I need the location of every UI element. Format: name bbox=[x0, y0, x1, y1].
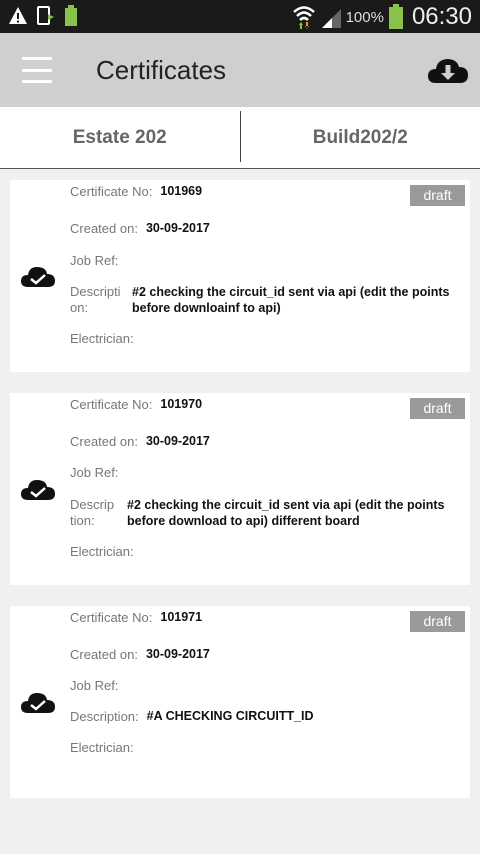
certificate-card[interactable]: draft Certificate No: 101971 Created on:… bbox=[10, 606, 470, 798]
certificate-no-label: Certificate No: bbox=[70, 184, 153, 199]
job-ref-row: Job Ref: bbox=[70, 465, 126, 480]
cloud-download-icon[interactable] bbox=[426, 55, 470, 87]
created-on-row: Created on: 30-09-2017 bbox=[70, 434, 210, 449]
app-bar: Certificates bbox=[0, 33, 480, 107]
electrician-row: Electrician: bbox=[70, 544, 142, 559]
electrician-label: Electrician: bbox=[70, 740, 134, 755]
cloud-check-icon[interactable] bbox=[20, 264, 56, 290]
certificate-no-label: Certificate No: bbox=[70, 610, 153, 625]
created-on-row: Created on: 30-09-2017 bbox=[70, 647, 210, 662]
description-value: #2 checking the circuit_id sent via api … bbox=[132, 285, 450, 315]
signal-icon bbox=[321, 9, 341, 28]
status-bar: 100% 06:30 bbox=[0, 0, 480, 33]
job-ref-label: Job Ref: bbox=[70, 253, 119, 268]
status-left-icons bbox=[8, 5, 78, 27]
certificate-no-value: 101969 bbox=[160, 184, 203, 198]
description-label: Descripti on: bbox=[70, 284, 121, 315]
job-ref-label: Job Ref: bbox=[70, 678, 119, 693]
status-right-icons: 100% 06:30 bbox=[292, 3, 472, 31]
clock: 06:30 bbox=[411, 3, 472, 30]
created-on-value: 30-09-2017 bbox=[145, 434, 210, 448]
description-value: #2 checking the circuit_id sent via api … bbox=[127, 498, 445, 528]
tab-bar: Estate 202 Build202/2 bbox=[0, 107, 480, 169]
certificate-no-row: Certificate No: 101969 bbox=[70, 184, 202, 199]
electrician-row: Electrician: bbox=[70, 740, 142, 755]
page-title: Certificates bbox=[96, 55, 227, 85]
description-row: Descripti on: #2 checking the circuit_id… bbox=[70, 284, 449, 316]
job-ref-row: Job Ref: bbox=[70, 253, 126, 268]
description-label: Descrip tion: bbox=[70, 497, 115, 528]
cloud-check-icon[interactable] bbox=[20, 477, 56, 503]
certificate-list: draft Certificate No: 101969 Created on:… bbox=[10, 180, 470, 819]
created-on-value: 30-09-2017 bbox=[145, 221, 210, 235]
job-ref-row: Job Ref: bbox=[70, 678, 126, 693]
warning-icon bbox=[9, 7, 27, 24]
description-value: #A CHECKING CIRCUITT_ID bbox=[146, 709, 314, 723]
status-badge: draft bbox=[410, 398, 465, 419]
tab-build[interactable]: Build202/2 bbox=[241, 107, 480, 168]
electrician-row: Electrician: bbox=[70, 331, 142, 346]
hamburger-menu-icon[interactable] bbox=[22, 57, 52, 83]
description-label: Description: bbox=[70, 709, 139, 724]
status-badge: draft bbox=[410, 611, 465, 632]
tab-estate[interactable]: Estate 202 bbox=[0, 107, 240, 168]
created-on-label: Created on: bbox=[70, 221, 138, 236]
cloud-check-icon[interactable] bbox=[20, 690, 56, 716]
device-icon bbox=[37, 6, 54, 25]
created-on-label: Created on: bbox=[70, 647, 138, 662]
created-on-value: 30-09-2017 bbox=[145, 647, 210, 661]
battery-small-icon bbox=[65, 5, 77, 26]
description-row: Description: #A CHECKING CIRCUITT_ID bbox=[70, 709, 314, 724]
wifi-icon bbox=[292, 6, 315, 29]
battery-percent: 100% bbox=[345, 8, 384, 26]
certificate-no-label: Certificate No: bbox=[70, 397, 153, 412]
battery-icon bbox=[388, 4, 403, 29]
created-on-label: Created on: bbox=[70, 434, 138, 449]
electrician-label: Electrician: bbox=[70, 544, 134, 559]
electrician-label: Electrician: bbox=[70, 331, 134, 346]
certificate-no-row: Certificate No: 101971 bbox=[70, 610, 202, 625]
description-row: Descrip tion: #2 checking the circuit_id… bbox=[70, 497, 444, 529]
certificate-no-row: Certificate No: 101970 bbox=[70, 397, 202, 412]
created-on-row: Created on: 30-09-2017 bbox=[70, 221, 210, 236]
certificate-no-value: 101971 bbox=[160, 610, 203, 624]
job-ref-label: Job Ref: bbox=[70, 465, 119, 480]
certificate-card[interactable]: draft Certificate No: 101969 Created on:… bbox=[10, 180, 470, 372]
certificate-card[interactable]: draft Certificate No: 101970 Created on:… bbox=[10, 393, 470, 585]
certificate-no-value: 101970 bbox=[160, 397, 203, 411]
status-badge: draft bbox=[410, 185, 465, 206]
